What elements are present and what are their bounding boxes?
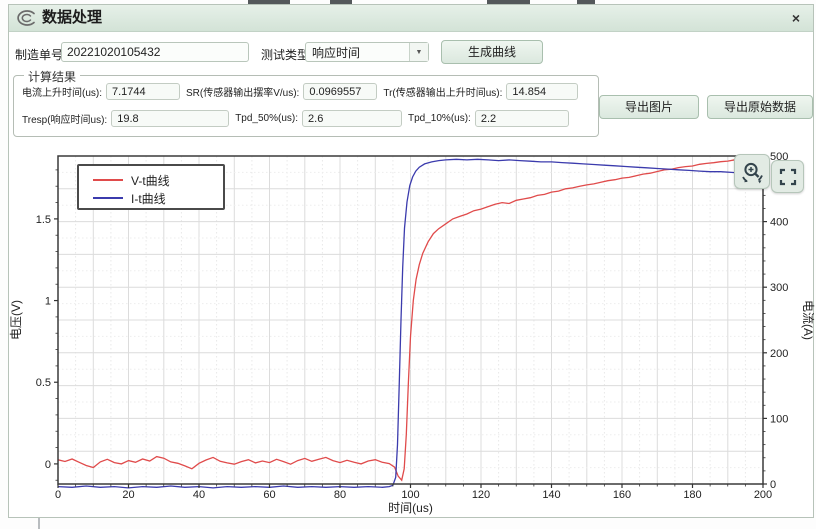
zoom-icon[interactable] [734,154,770,189]
legend-line-blue [93,197,123,199]
svg-text:80: 80 [334,489,346,501]
legend-label: I-t曲线 [131,190,166,207]
legend-entry: V-t曲线 [93,171,223,189]
svg-text:0: 0 [45,459,51,471]
x-axis-label: 时间(us) [388,501,433,515]
svg-text:160: 160 [613,489,631,501]
svg-text:400: 400 [770,217,788,229]
svg-text:40: 40 [193,489,205,501]
response-curve-chart: 02040608010012014016018020000.511.501002… [9,5,815,519]
svg-text:0.5: 0.5 [36,377,51,389]
right-y-axis-label: 电流(A) [801,300,815,340]
svg-text:0: 0 [55,489,61,501]
svg-text:100: 100 [770,413,788,425]
svg-text:0: 0 [770,479,776,491]
chart-legend: V-t曲线 I-t曲线 [77,164,225,210]
screen: 数据处理 × 制造单号: 测试类型: 响应时间 ▼ 生成曲线 计算结果 电流上升… [0,0,816,529]
svg-text:140: 140 [542,489,560,501]
legend-line-red [93,179,123,181]
svg-text:100: 100 [401,489,419,501]
svg-text:1: 1 [45,296,51,308]
legend-label: V-t曲线 [131,172,170,189]
svg-text:300: 300 [770,282,788,294]
data-processing-dialog: 数据处理 × 制造单号: 测试类型: 响应时间 ▼ 生成曲线 计算结果 电流上升… [8,4,814,518]
legend-entry: I-t曲线 [93,189,223,207]
svg-text:20: 20 [122,489,134,501]
svg-text:120: 120 [472,489,490,501]
svg-text:200: 200 [770,348,788,360]
left-y-axis-label: 电压(V) [9,300,23,340]
svg-text:180: 180 [683,489,701,501]
svg-text:1.5: 1.5 [36,214,51,226]
fullscreen-icon[interactable] [771,160,804,193]
svg-text:60: 60 [263,489,275,501]
